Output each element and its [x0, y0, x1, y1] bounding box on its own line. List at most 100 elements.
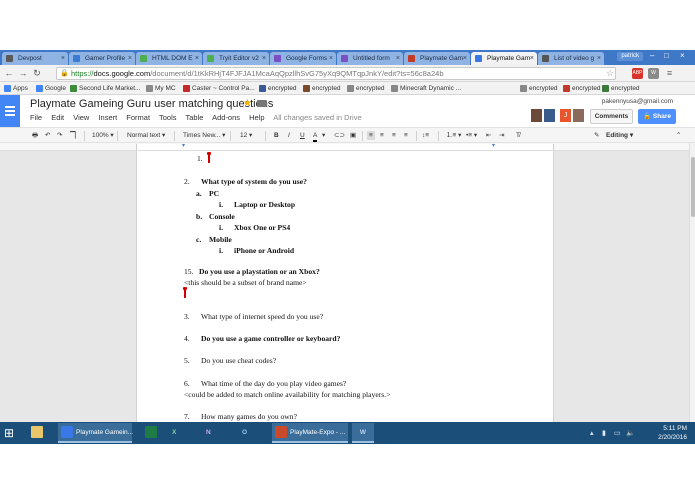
- taskbar-word[interactable]: W: [352, 423, 374, 443]
- taskbar-clock[interactable]: 5:11 PM 2/20/2016: [658, 424, 687, 442]
- bookmark-star-icon[interactable]: ☆: [604, 67, 616, 79]
- decrease-indent-icon[interactable]: ⇤: [486, 131, 491, 140]
- back-icon[interactable]: ←: [3, 67, 15, 79]
- clear-formatting-icon[interactable]: T̸: [516, 131, 520, 140]
- text-color-button[interactable]: A: [313, 131, 318, 142]
- comments-button[interactable]: Comments: [590, 109, 633, 124]
- align-left-icon[interactable]: ≡: [367, 131, 375, 140]
- document-page[interactable]: 1. 2. What type of system do you use? a.…: [136, 151, 554, 422]
- scrollbar-thumb[interactable]: [691, 157, 695, 217]
- align-justify-icon[interactable]: ≡: [404, 131, 408, 140]
- forward-icon[interactable]: →: [17, 67, 29, 79]
- print-icon[interactable]: 🖶: [32, 131, 38, 140]
- line-spacing-icon[interactable]: ↕≡: [422, 131, 429, 140]
- bookmark-encrypted-5[interactable]: encrypted: [563, 83, 601, 94]
- close-window-icon[interactable]: ×: [680, 51, 685, 60]
- menu-file[interactable]: File: [30, 113, 42, 122]
- menu-view[interactable]: View: [73, 113, 89, 122]
- close-icon[interactable]: ×: [329, 52, 333, 65]
- taskbar-chrome[interactable]: Playmate Gamein...: [58, 423, 133, 443]
- bookmark-encrypted-4[interactable]: encrypted: [520, 83, 558, 94]
- menu-format[interactable]: Format: [126, 113, 150, 122]
- bold-button[interactable]: B: [274, 131, 279, 140]
- adblock-icon[interactable]: ABP: [632, 68, 643, 79]
- menu-table[interactable]: Table: [185, 113, 203, 122]
- align-center-icon[interactable]: ≡: [380, 131, 384, 140]
- tab-tryit-editor[interactable]: Tryit Editor v2 ×: [203, 52, 269, 65]
- minimize-icon[interactable]: –: [650, 51, 654, 60]
- vertical-scrollbar[interactable]: [689, 143, 695, 422]
- menu-help[interactable]: Help: [249, 113, 264, 122]
- bookmark-minecraft[interactable]: Minecraft Dynamic ...: [391, 83, 461, 94]
- url-input[interactable]: 🔒 https://docs.google.com/document/d/1tKk…: [56, 67, 616, 80]
- editing-mode-select[interactable]: Editing ▾: [606, 131, 633, 140]
- menu-tools[interactable]: Tools: [159, 113, 177, 122]
- close-icon[interactable]: ×: [262, 52, 266, 65]
- bookmark-encrypted-2[interactable]: encrypted: [303, 83, 341, 94]
- close-icon[interactable]: ×: [128, 52, 132, 65]
- tab-playmate-gmail[interactable]: Playmate Gam ×: [404, 52, 470, 65]
- close-icon[interactable]: ×: [463, 52, 467, 65]
- redo-icon[interactable]: ↷: [57, 131, 62, 140]
- indent-marker[interactable]: ▾: [182, 143, 188, 149]
- bookmark-apps[interactable]: Apps: [4, 83, 28, 94]
- close-icon[interactable]: ×: [61, 52, 65, 65]
- style-select[interactable]: Normal text ▾: [127, 131, 165, 140]
- zoom-select[interactable]: 100% ▾: [92, 131, 114, 140]
- italic-button[interactable]: I: [288, 131, 290, 140]
- close-icon[interactable]: ×: [195, 52, 199, 65]
- taskbar-excel[interactable]: X: [172, 423, 176, 443]
- tab-google-forms[interactable]: Google Forms ×: [270, 52, 336, 65]
- document-title[interactable]: Playmate Gameing Guru user matching ques…: [30, 98, 273, 110]
- volume-icon[interactable]: 🔈: [626, 429, 635, 437]
- network-icon[interactable]: ▮: [602, 429, 606, 437]
- menu-addons[interactable]: Add-ons: [212, 113, 240, 122]
- avatar[interactable]: [531, 109, 542, 122]
- right-indent-marker[interactable]: ▾: [492, 143, 498, 149]
- tray-arrow-icon[interactable]: ▴: [590, 429, 594, 437]
- comment-icon[interactable]: ▣: [350, 131, 356, 140]
- bookmark-encrypted-1[interactable]: encrypted: [259, 83, 297, 94]
- bookmark-encrypted-6[interactable]: encrypted: [602, 83, 640, 94]
- chevron-down-icon[interactable]: ▾: [322, 131, 325, 140]
- avatar[interactable]: [573, 109, 584, 122]
- paint-format-icon[interactable]: ▔▏: [70, 131, 80, 140]
- avatar[interactable]: [544, 109, 555, 122]
- increase-indent-icon[interactable]: ⇥: [499, 131, 504, 140]
- avatar[interactable]: J: [560, 109, 571, 122]
- size-select[interactable]: 12 ▾: [240, 131, 252, 140]
- maximize-icon[interactable]: □: [664, 51, 669, 60]
- underline-button[interactable]: U: [300, 131, 305, 140]
- tab-devpost[interactable]: Devpost ×: [2, 52, 68, 65]
- taskbar-outlook[interactable]: O: [242, 423, 247, 443]
- chevron-up-icon[interactable]: ⌃: [676, 131, 681, 140]
- align-right-icon[interactable]: ≡: [392, 131, 396, 140]
- tab-html-dom[interactable]: HTML DOM E ×: [136, 52, 202, 65]
- windows-start-icon[interactable]: ⊞: [4, 423, 14, 443]
- extension-icon[interactable]: W: [648, 68, 659, 79]
- undo-icon[interactable]: ↶: [45, 131, 50, 140]
- menu-edit[interactable]: Edit: [51, 113, 64, 122]
- taskbar-explorer[interactable]: [28, 423, 46, 443]
- reload-icon[interactable]: ↻: [31, 67, 43, 79]
- bookmark-encrypted-3[interactable]: encrypted: [347, 83, 385, 94]
- close-icon[interactable]: ×: [530, 52, 534, 65]
- folder-icon[interactable]: [257, 100, 267, 107]
- bookmark-second-life[interactable]: Second Life Market...: [70, 83, 140, 94]
- bookmark-google[interactable]: Google: [36, 83, 66, 94]
- bookmark-my-mc[interactable]: My MC: [146, 83, 176, 94]
- user-email[interactable]: pakennyusa@gmail.com: [602, 98, 673, 105]
- tab-gamer-profile[interactable]: Gamer Profile ×: [69, 52, 135, 65]
- bookmark-caster[interactable]: Caster ~ Control Pa...: [183, 83, 255, 94]
- tab-playmate-doc[interactable]: Playmate Gam ×: [471, 52, 537, 65]
- taskbar-onenote[interactable]: N: [206, 423, 211, 443]
- star-icon[interactable]: ★: [243, 98, 252, 109]
- numbered-list-icon[interactable]: ⒈≡ ▾: [446, 131, 461, 140]
- tab-untitled-form[interactable]: Untitled form ×: [337, 52, 403, 65]
- docs-menu-icon[interactable]: [0, 95, 20, 127]
- font-select[interactable]: Times New... ▾: [183, 131, 225, 140]
- tab-list-of-video-games[interactable]: List of video g ×: [538, 52, 604, 65]
- taskbar-spreadsheet[interactable]: [142, 423, 160, 443]
- link-icon[interactable]: ⊂⊃: [334, 131, 345, 140]
- menu-insert[interactable]: Insert: [98, 113, 117, 122]
